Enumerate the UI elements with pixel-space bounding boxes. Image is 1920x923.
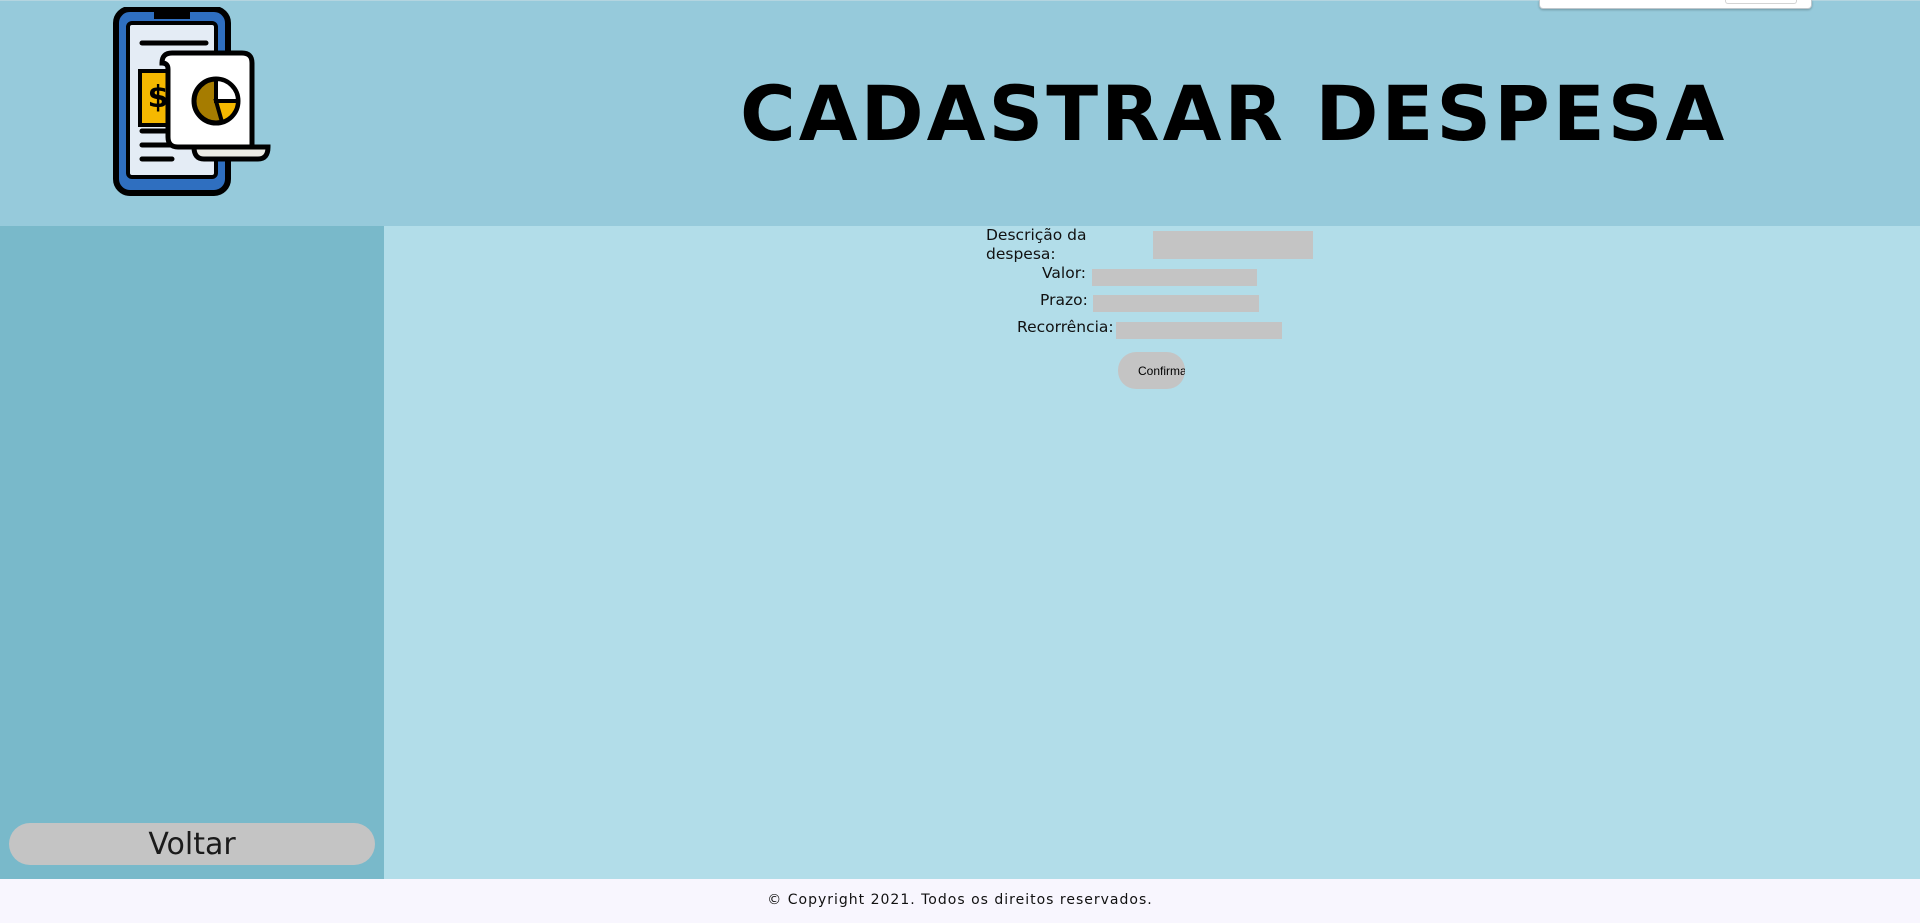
copyright-text: © Copyright 2021. Todos os direitos rese… xyxy=(767,892,1153,908)
page: $ CADASTRAR DESPESA Voltar Descrição da … xyxy=(0,0,1920,923)
page-title: CADASTRAR DESPESA xyxy=(740,69,1728,158)
browser-popup-edge xyxy=(1539,0,1812,9)
description-label: Descrição da despesa: xyxy=(986,226,1096,264)
description-label-text: Descrição da despesa: xyxy=(986,226,1087,263)
footer: © Copyright 2021. Todos os direitos rese… xyxy=(0,879,1920,923)
popup-inner-edge xyxy=(1725,0,1797,4)
amount-input[interactable] xyxy=(1092,269,1257,286)
recurrence-label: Recorrência: xyxy=(1017,318,1114,336)
deadline-input[interactable] xyxy=(1093,295,1259,312)
back-button[interactable]: Voltar xyxy=(9,823,375,865)
deadline-label: Prazo: xyxy=(1040,291,1088,309)
description-input[interactable] xyxy=(1153,231,1313,259)
confirm-button[interactable]: Confirmar xyxy=(1118,352,1185,389)
header: $ CADASTRAR DESPESA xyxy=(0,0,1920,226)
sidebar: Voltar xyxy=(0,226,384,879)
amount-label: Valor: xyxy=(1042,264,1087,282)
expense-receipt-phone-icon: $ xyxy=(113,7,271,196)
recurrence-input[interactable] xyxy=(1116,322,1282,339)
svg-text:$: $ xyxy=(148,80,169,115)
